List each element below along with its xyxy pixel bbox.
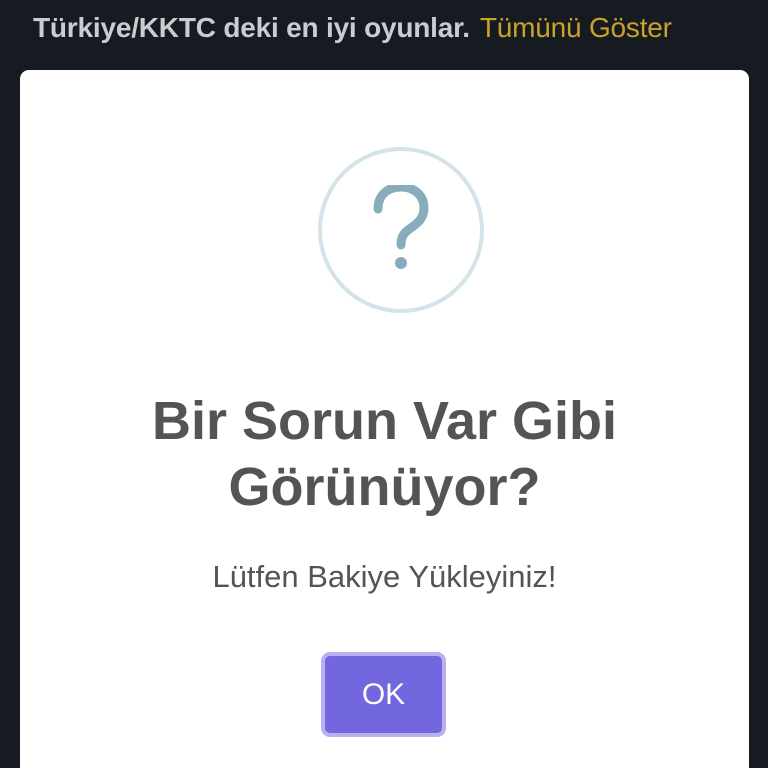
alert-dialog: Bir Sorun Var Gibi Görünüyor? Lütfen Bak… xyxy=(20,70,749,768)
games-section-header: Türkiye/KKTC deki en iyi oyunlar. Tümünü… xyxy=(33,8,672,48)
section-title: Türkiye/KKTC deki en iyi oyunlar. xyxy=(33,12,470,43)
question-icon xyxy=(318,147,484,313)
ok-button[interactable]: OK xyxy=(321,652,446,737)
page: Türkiye/KKTC deki en iyi oyunlar. Tümünü… xyxy=(0,0,768,768)
dialog-title: Bir Sorun Var Gibi Görünüyor? xyxy=(151,391,618,517)
dialog-message: Lütfen Bakiye Yükleyiniz! xyxy=(212,559,557,594)
show-all-link[interactable]: Tümünü Göster xyxy=(480,12,672,44)
